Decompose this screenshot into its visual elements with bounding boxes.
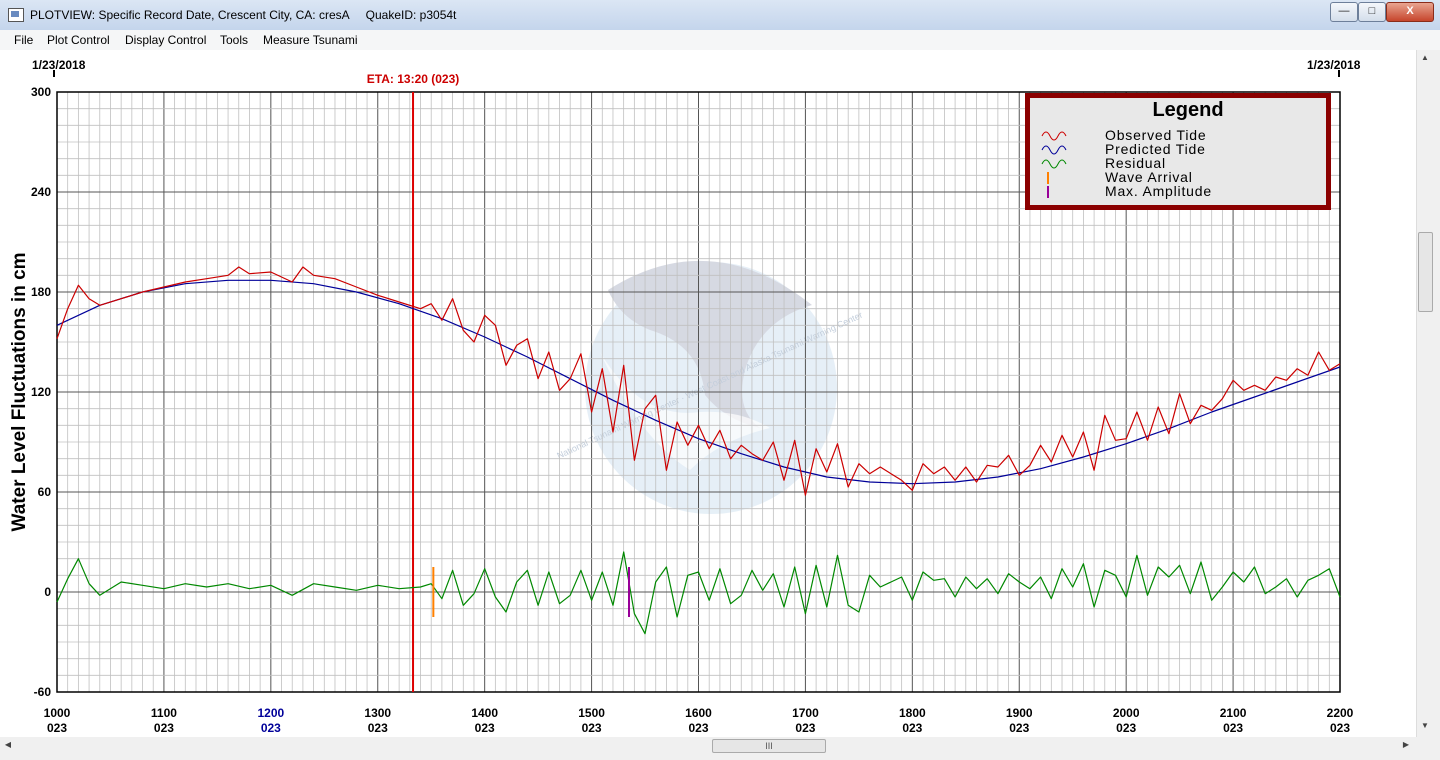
x-tick-day-label: 023 <box>47 721 67 735</box>
y-tick-label: -60 <box>34 685 52 699</box>
end-date-label: 1/23/2018 <box>1307 58 1361 72</box>
x-tick-time-label: 1500 <box>578 706 605 720</box>
scroll-left-arrow[interactable]: ◀ <box>0 737 16 753</box>
scroll-up-arrow[interactable]: ▲ <box>1417 50 1433 66</box>
window-title: PLOTVIEW: Specific Record Date, Crescent… <box>30 8 457 22</box>
y-tick-label: 300 <box>31 85 51 99</box>
x-tick-time-label: 1300 <box>364 706 391 720</box>
x-tick-day-label: 023 <box>902 721 922 735</box>
minimize-button[interactable]: — <box>1330 2 1358 22</box>
tide-chart[interactable]: National Tsunami Warning Center · West C… <box>0 50 1416 737</box>
scroll-right-arrow[interactable]: ▶ <box>1398 737 1414 753</box>
x-tick-time-label: 1900 <box>1006 706 1033 720</box>
app-icon <box>8 8 24 22</box>
x-tick-time-label: 1100 <box>151 706 177 720</box>
y-tick-label: 60 <box>38 485 52 499</box>
x-tick-day-label: 023 <box>1116 721 1136 735</box>
y-tick-label: 240 <box>31 185 51 199</box>
x-tick-day-label: 023 <box>368 721 388 735</box>
close-button[interactable]: X <box>1386 2 1434 22</box>
legend[interactable]: Legend Observed TidePredicted TideResidu… <box>1025 93 1331 210</box>
x-tick-time-label: 2200 <box>1327 706 1354 720</box>
legend-label: Max. Amplitude <box>1105 183 1212 199</box>
x-tick-day-label: 023 <box>795 721 815 735</box>
scroll-down-arrow[interactable]: ▼ <box>1417 718 1433 734</box>
x-tick-time-label: 1800 <box>899 706 926 720</box>
y-axis-label: Water Level Fluctuations in cm <box>9 252 30 531</box>
vertical-scroll-thumb[interactable] <box>1418 232 1433 312</box>
start-date-label: 1/23/2018 <box>32 58 86 72</box>
eta-label: ETA: 13:20 (023) <box>367 72 459 86</box>
noaa-watermark-logo: National Tsunami Warning Center · West C… <box>555 260 864 514</box>
x-axis-ticks: 1000023110002312000231300023140002315000… <box>44 706 1354 735</box>
horizontal-scrollbar[interactable]: ◀ III ▶ <box>0 737 1416 755</box>
x-tick-day-label: 023 <box>261 721 281 735</box>
y-tick-label: 0 <box>44 585 51 599</box>
x-tick-time-label: 2000 <box>1113 706 1140 720</box>
x-tick-time-label: 1600 <box>685 706 712 720</box>
legend-title: Legend <box>1152 99 1223 121</box>
menu-display-control[interactable]: Display Control <box>125 33 206 47</box>
x-tick-time-label: 1700 <box>792 706 819 720</box>
y-axis-ticks: 300 240 180 120 60 0 -60 <box>31 85 51 699</box>
horizontal-scroll-thumb[interactable]: III <box>712 739 826 753</box>
menu-tools[interactable]: Tools <box>220 33 248 47</box>
x-tick-day-label: 023 <box>1330 721 1350 735</box>
x-tick-day-label: 023 <box>582 721 602 735</box>
x-tick-time-label: 1000 <box>44 706 71 720</box>
vertical-scrollbar[interactable]: ▲ ▼ <box>1416 50 1433 737</box>
menu-plot-control[interactable]: Plot Control <box>47 33 110 47</box>
y-tick-label: 180 <box>31 285 51 299</box>
x-tick-time-label: 1200 <box>257 706 284 720</box>
plot-area[interactable]: National Tsunami Warning Center · West C… <box>0 50 1416 737</box>
menu-measure-tsunami[interactable]: Measure Tsunami <box>263 33 358 47</box>
x-tick-day-label: 023 <box>1009 721 1029 735</box>
y-tick-label: 120 <box>31 385 51 399</box>
x-tick-day-label: 023 <box>475 721 495 735</box>
menu-file[interactable]: File <box>14 33 33 47</box>
menu-bar: File Plot Control Display Control Tools … <box>0 30 1440 50</box>
x-tick-day-label: 023 <box>688 721 708 735</box>
x-tick-day-label: 023 <box>1223 721 1243 735</box>
x-tick-time-label: 1400 <box>471 706 498 720</box>
x-tick-day-label: 023 <box>154 721 174 735</box>
x-tick-time-label: 2100 <box>1220 706 1247 720</box>
maximize-button[interactable]: □ <box>1358 2 1386 22</box>
window-titlebar[interactable]: PLOTVIEW: Specific Record Date, Crescent… <box>0 0 1440 31</box>
